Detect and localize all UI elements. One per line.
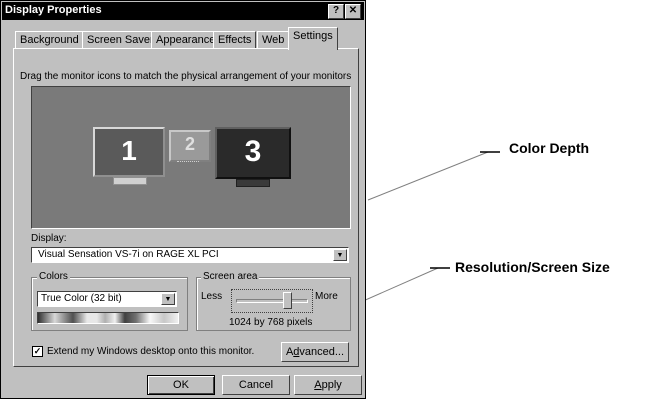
display-properties-window: Display Properties ? ✕ Background Screen… bbox=[0, 0, 366, 399]
resolution-slider-thumb[interactable] bbox=[282, 292, 292, 309]
display-select[interactable]: Visual Sensation VS-7i on RAGE XL PCI ▼ bbox=[31, 247, 349, 263]
color-depth-select[interactable]: True Color (32 bit) ▼ bbox=[37, 291, 177, 307]
extend-desktop-checkbox[interactable]: ✓ bbox=[32, 346, 43, 357]
resolution-slider-focus bbox=[231, 289, 313, 313]
less-label: Less bbox=[201, 291, 223, 302]
slider-track bbox=[236, 299, 308, 303]
advanced-label-rest: vanced... bbox=[299, 346, 345, 358]
color-depth-value: True Color (32 bit) bbox=[41, 293, 122, 304]
monitor-arrangement-area[interactable]: 1 2 3 bbox=[31, 86, 351, 229]
screen-area-title: Screen area bbox=[201, 271, 260, 282]
title-bar: Display Properties ? ✕ bbox=[2, 2, 364, 20]
monitor-1-number: 1 bbox=[121, 135, 137, 166]
dropdown-arrow-icon[interactable]: ▼ bbox=[333, 249, 347, 261]
more-label: More bbox=[315, 291, 338, 302]
callout-resolution: Resolution/Screen Size bbox=[455, 259, 610, 275]
help-button[interactable]: ? bbox=[328, 4, 344, 19]
monitor-2-stand bbox=[177, 161, 199, 165]
monitor-instruction: Drag the monitor icons to match the phys… bbox=[20, 71, 352, 82]
extend-desktop-label: Extend my Windows desktop onto this moni… bbox=[47, 346, 255, 357]
advanced-button[interactable]: Advanced... bbox=[281, 342, 349, 362]
resolution-text: 1024 by 768 pixels bbox=[229, 317, 313, 328]
monitor-3-stand bbox=[236, 179, 270, 187]
monitor-2-icon[interactable]: 2 bbox=[169, 130, 211, 162]
apply-mnemonic: A bbox=[314, 379, 322, 391]
dropdown-arrow-icon[interactable]: ▼ bbox=[161, 293, 175, 305]
monitor-2-number: 2 bbox=[184, 134, 195, 154]
checkmark-icon: ✓ bbox=[33, 346, 42, 356]
monitor-1-icon[interactable]: 1 bbox=[93, 127, 165, 177]
callout-color-depth: Color Depth bbox=[509, 140, 590, 156]
color-depth-leader-line bbox=[367, 151, 489, 201]
monitor-1-stand bbox=[113, 177, 147, 185]
ok-button[interactable]: OK bbox=[147, 375, 215, 395]
display-label: Display: bbox=[31, 233, 67, 244]
colors-group-title: Colors bbox=[37, 271, 70, 282]
monitor-3-icon[interactable]: 3 bbox=[215, 127, 291, 179]
monitor-3-number: 3 bbox=[244, 135, 262, 168]
apply-button[interactable]: Apply bbox=[294, 375, 362, 395]
color-preview-bar bbox=[37, 312, 179, 324]
close-button[interactable]: ✕ bbox=[345, 4, 361, 19]
display-select-value: Visual Sensation VS-7i on RAGE XL PCI bbox=[38, 249, 219, 260]
cancel-button[interactable]: Cancel bbox=[222, 375, 290, 395]
tab-settings[interactable]: Settings bbox=[288, 27, 338, 50]
apply-label-rest: pply bbox=[321, 379, 342, 391]
window-title: Display Properties bbox=[5, 4, 102, 16]
